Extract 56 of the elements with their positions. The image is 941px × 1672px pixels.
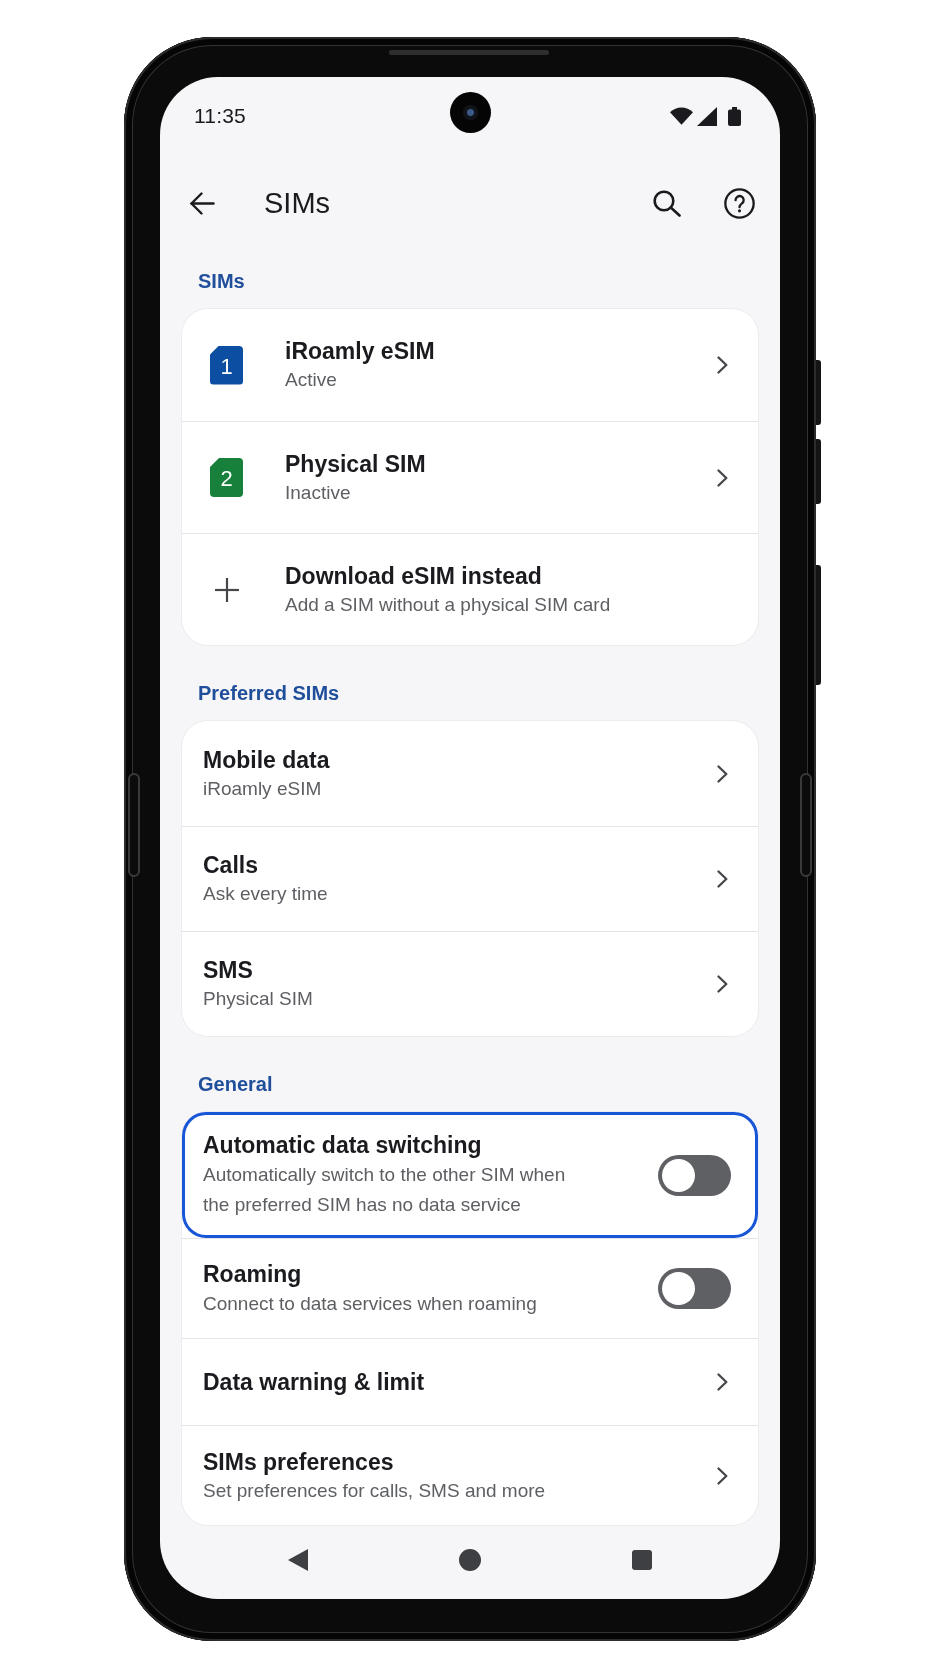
item-subtitle: iRoamly eSIM bbox=[203, 776, 322, 801]
search-icon[interactable] bbox=[653, 189, 681, 217]
status-time: 11:35 bbox=[194, 104, 246, 128]
item-title: Download eSIM instead bbox=[285, 561, 542, 591]
settings-item[interactable]: 1 iRoamly eSIM Active bbox=[182, 309, 758, 421]
settings-item[interactable]: Roaming Connect to data services when roaming bbox=[182, 1238, 758, 1338]
item-subtitle: Inactive bbox=[285, 480, 351, 505]
settings-item[interactable]: Data warning & limit bbox=[182, 1338, 758, 1425]
chevron-icon bbox=[717, 975, 728, 993]
chevron-icon bbox=[717, 468, 728, 487]
item-subtitle: Automatically switch to the other SIM when the preferred SIM has no data service bbox=[203, 1163, 567, 1217]
nav-recents-icon[interactable] bbox=[632, 1550, 652, 1570]
item-title: Roaming bbox=[203, 1259, 302, 1289]
page-title: SIMs bbox=[264, 186, 331, 220]
item-title: Physical SIM bbox=[285, 449, 426, 479]
sim-card-icon: 1 bbox=[210, 345, 243, 385]
help-icon[interactable] bbox=[724, 187, 755, 219]
battery-icon bbox=[728, 106, 741, 126]
signal-icon bbox=[697, 106, 717, 126]
section-header: General bbox=[198, 1072, 273, 1096]
item-title: Automatic data switching bbox=[203, 1131, 482, 1160]
settings-item[interactable]: Download eSIM instead Add a SIM without a physical SIM card bbox=[182, 533, 758, 645]
item-subtitle: Physical SIM bbox=[203, 987, 313, 1011]
item-subtitle: Add a SIM without a physical SIM card bbox=[285, 592, 611, 617]
item-subtitle: Ask every time bbox=[203, 882, 328, 906]
section-header: SIMs bbox=[198, 269, 245, 293]
item-title: Mobile data bbox=[203, 745, 330, 775]
item-subtitle: Active bbox=[285, 368, 337, 392]
chevron-icon bbox=[717, 870, 728, 888]
item-title: Data warning & limit bbox=[203, 1368, 425, 1397]
item-title: SMS bbox=[203, 956, 253, 985]
sim-card-icon: 2 bbox=[210, 458, 243, 497]
item-title: iRoamly eSIM bbox=[285, 337, 435, 366]
settings-item[interactable]: SIMs preferences Set preferences for calls, SMS and more bbox=[182, 1425, 758, 1525]
settings-item[interactable]: 2 Physical SIM Inactive bbox=[182, 421, 758, 533]
chevron-icon bbox=[717, 1466, 728, 1485]
back-arrow-icon[interactable] bbox=[190, 191, 215, 215]
wifi-icon bbox=[670, 107, 693, 125]
item-subtitle: Connect to data services when roaming bbox=[203, 1291, 537, 1316]
chevron-icon bbox=[717, 1373, 728, 1391]
item-subtitle: Set preferences for calls, SMS and more bbox=[203, 1478, 546, 1503]
chevron-icon bbox=[717, 356, 728, 374]
nav-home-icon[interactable] bbox=[459, 1549, 481, 1571]
toggle-switch[interactable] bbox=[658, 1154, 731, 1196]
item-title: Calls bbox=[203, 851, 258, 880]
front-camera bbox=[450, 92, 491, 133]
section-header: Preferred SIMs bbox=[198, 681, 340, 705]
settings-item[interactable]: Mobile data iRoamly eSIM bbox=[182, 721, 758, 826]
chevron-icon bbox=[717, 764, 728, 783]
nav-back-icon[interactable] bbox=[288, 1549, 308, 1571]
settings-item[interactable]: Calls Ask every time bbox=[182, 826, 758, 931]
item-title: SIMs preferences bbox=[203, 1447, 394, 1477]
settings-item[interactable]: SMS Physical SIM bbox=[182, 931, 758, 1036]
toggle-switch[interactable] bbox=[658, 1268, 731, 1309]
settings-item[interactable]: Automatic data switching Automatically switch to the other SIM when the preferred SIM has no data service bbox=[182, 1112, 758, 1238]
plus-icon bbox=[214, 577, 239, 602]
